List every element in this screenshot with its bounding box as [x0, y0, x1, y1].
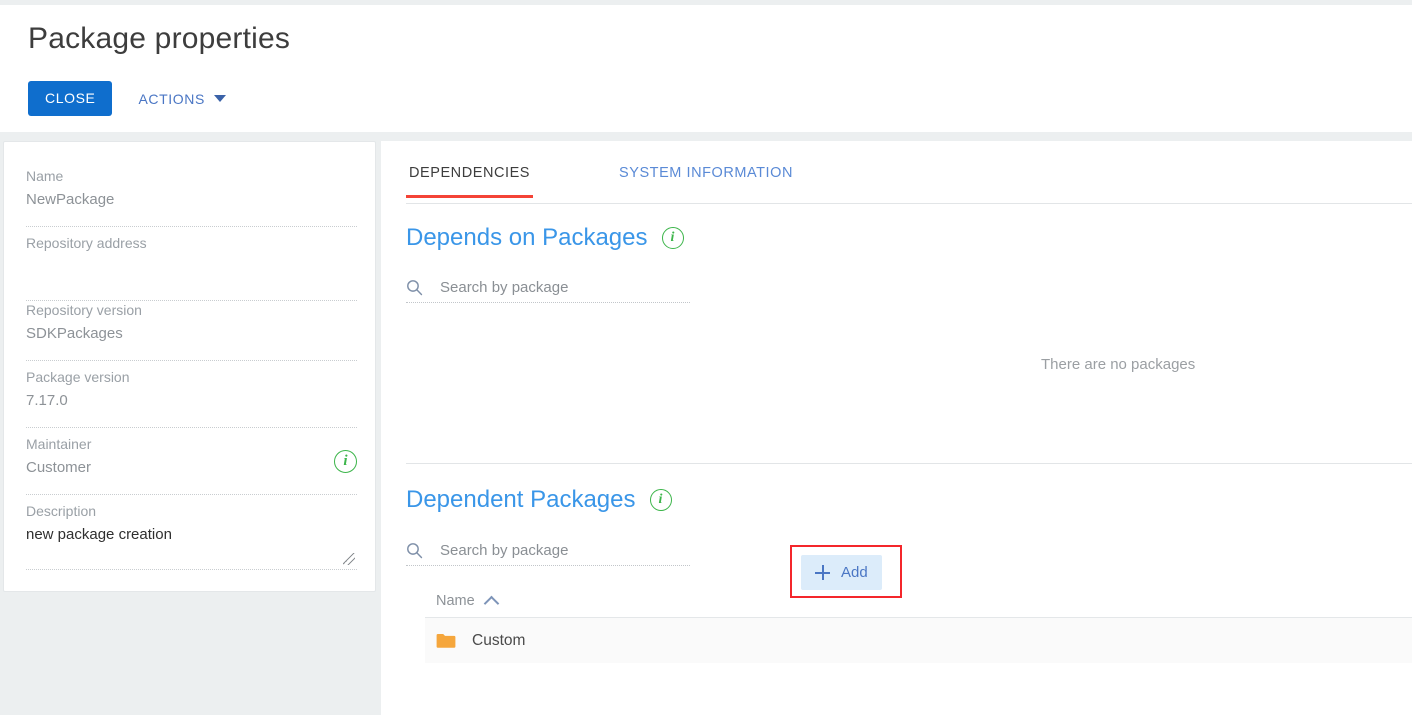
field-repository-address-value[interactable] — [26, 256, 357, 278]
field-description-label: Description — [26, 503, 97, 519]
table-header-row: Name — [425, 585, 1412, 618]
package-details-panel: Name NewPackage Repository address Repos… — [3, 141, 376, 592]
dependent-packages-table: Name Custom — [425, 585, 1412, 663]
resize-grip-icon[interactable] — [343, 553, 355, 565]
tab-dependencies[interactable]: DEPENDENCIES — [406, 158, 534, 198]
field-package-version: Package version 7.17.0 — [26, 367, 357, 428]
depends-on-empty-message: There are no packages — [1041, 356, 1196, 373]
tab-system-information[interactable]: SYSTEM INFORMATION — [616, 158, 796, 198]
table-row[interactable]: Custom — [425, 618, 1412, 663]
page-title: Package properties — [28, 22, 291, 55]
field-repository-address-label: Repository address — [26, 235, 147, 251]
header-action-bar: CLOSE ACTIONS — [28, 81, 226, 116]
plus-icon — [815, 565, 830, 580]
field-maintainer: Maintainer Customer i — [26, 434, 357, 495]
field-maintainer-value[interactable]: Customer — [26, 457, 357, 479]
dependent-search-row — [406, 542, 690, 566]
add-dependency-label: Add — [841, 564, 868, 581]
page-header: Package properties CLOSE ACTIONS — [0, 5, 1412, 132]
field-repository-version-label: Repository version — [26, 302, 142, 318]
depends-on-packages-title: Depends on Packages i — [406, 223, 684, 253]
folder-icon — [436, 633, 456, 648]
field-repository-version-value[interactable]: SDKPackages — [26, 323, 357, 345]
field-package-version-value[interactable]: 7.17.0 — [26, 390, 357, 412]
field-name-label: Name — [26, 168, 64, 184]
chevron-up-icon — [483, 595, 499, 611]
dependent-packages-title: Dependent Packages i — [406, 485, 672, 515]
actions-menu-label: ACTIONS — [138, 90, 205, 107]
field-name-value[interactable]: NewPackage — [26, 189, 357, 211]
field-description: Description new package creation — [26, 501, 357, 570]
search-icon — [407, 280, 423, 296]
field-description-value[interactable]: new package creation — [26, 524, 357, 546]
depends-on-info-icon[interactable]: i — [661, 227, 684, 249]
dependent-packages-heading: Dependent Packages — [406, 486, 636, 513]
field-repository-version: Repository version SDKPackages — [26, 300, 357, 361]
field-name: Name NewPackage — [26, 166, 357, 227]
table-cell-name: Custom — [472, 631, 526, 649]
field-maintainer-label: Maintainer — [26, 436, 92, 452]
field-repository-address: Repository address — [26, 233, 357, 301]
field-package-version-label: Package version — [26, 369, 130, 385]
tab-bar: DEPENDENCIES SYSTEM INFORMATION — [406, 158, 1412, 204]
dependent-packages-info-icon[interactable]: i — [649, 489, 672, 511]
depends-on-search-input[interactable] — [440, 279, 690, 296]
search-icon — [407, 543, 423, 559]
chevron-down-icon — [213, 95, 226, 102]
column-header-name-label: Name — [436, 593, 475, 609]
dependent-search-input[interactable] — [440, 542, 690, 559]
column-header-name[interactable]: Name — [436, 593, 499, 611]
actions-menu-button[interactable]: ACTIONS — [138, 81, 226, 116]
close-button[interactable]: CLOSE — [28, 81, 113, 116]
maintainer-info-icon[interactable]: i — [334, 450, 357, 473]
depends-on-search-row — [406, 279, 690, 303]
depends-on-packages-heading: Depends on Packages — [406, 224, 648, 251]
package-properties-page: Package properties CLOSE ACTIONS Name Ne… — [0, 0, 1412, 715]
section-divider — [406, 463, 1412, 464]
